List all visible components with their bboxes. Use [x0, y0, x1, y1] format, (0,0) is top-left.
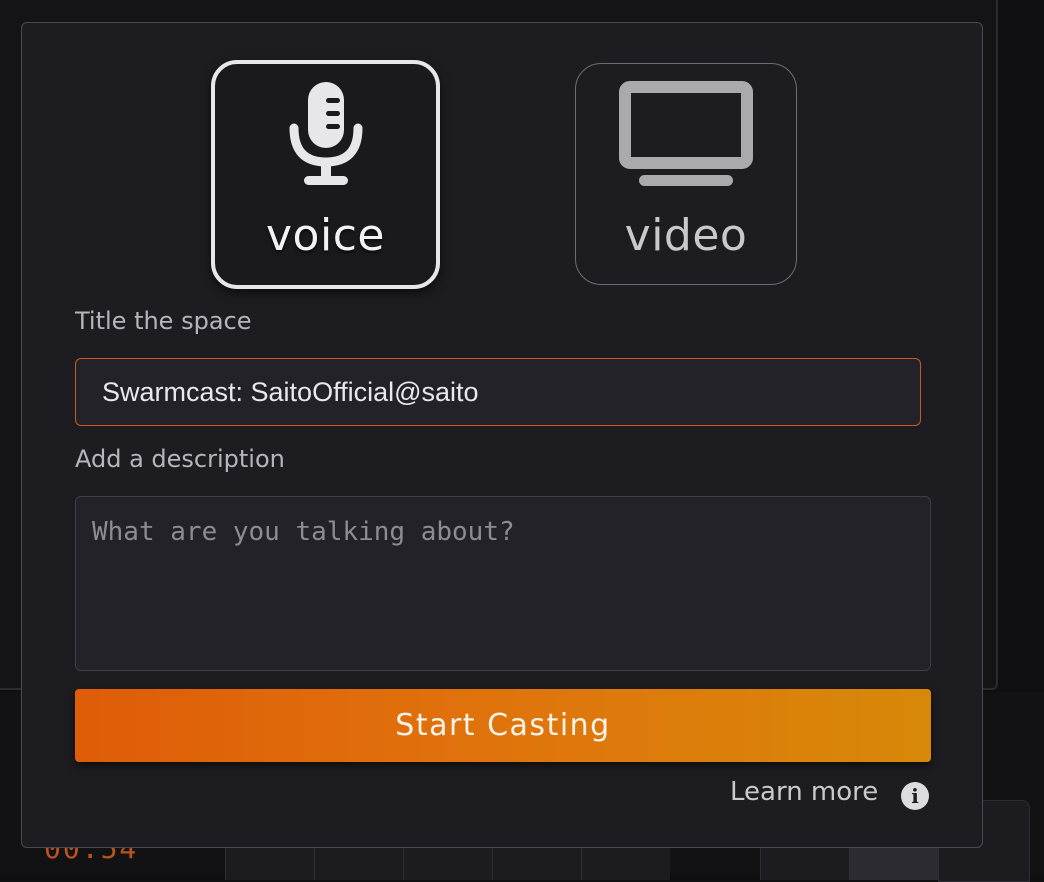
description-field-label: Add a description [75, 445, 285, 473]
learn-more-link[interactable]: Learn more [730, 777, 878, 807]
monitor-icon [619, 81, 753, 186]
start-casting-button[interactable]: Start Casting [75, 689, 931, 762]
title-field-label: Title the space [75, 307, 252, 335]
info-icon[interactable]: i [901, 782, 929, 810]
title-input[interactable] [75, 358, 921, 426]
voice-mode-option[interactable]: voice [211, 60, 440, 289]
description-input[interactable] [75, 496, 931, 671]
video-mode-option[interactable]: video [575, 63, 797, 285]
start-cast-dialog: voice video Title the space Add a descri… [21, 22, 983, 848]
voice-mode-label: voice [266, 210, 385, 261]
video-mode-label: video [624, 210, 748, 261]
microphone-icon [289, 82, 363, 185]
